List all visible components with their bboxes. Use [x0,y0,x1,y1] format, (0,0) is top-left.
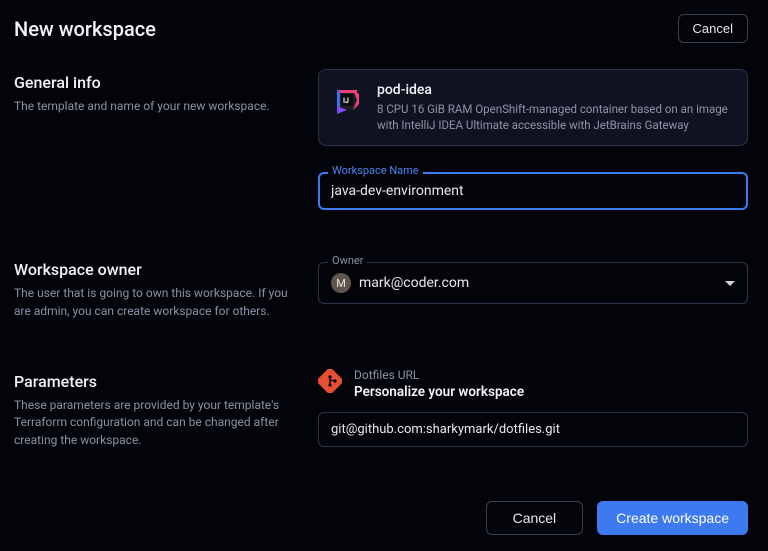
parameters-heading: Parameters [14,372,294,391]
owner-select[interactable]: M mark@coder.com [318,262,748,304]
owner-legend: Owner [328,254,367,267]
template-card[interactable]: IJ pod-idea 8 CPU 16 GiB RAM OpenShift-m… [318,69,748,146]
workspace-name-legend: Workspace Name [328,164,423,177]
template-description: 8 CPU 16 GiB RAM OpenShift-managed conta… [377,101,733,133]
cancel-button[interactable]: Cancel [486,501,584,535]
dotfiles-url-input[interactable] [318,412,748,447]
owner-description: The user that is going to own this works… [14,285,294,320]
page-title: New workspace [14,17,156,41]
svg-text:IJ: IJ [343,97,349,105]
avatar: M [331,273,351,293]
workspace-name-input[interactable] [318,172,748,210]
general-heading: General info [14,73,294,92]
parameters-description: These parameters are provided by your te… [14,397,294,449]
chevron-down-icon [725,281,735,286]
owner-value: mark@coder.com [359,275,717,291]
create-workspace-button[interactable]: Create workspace [597,501,748,535]
template-name: pod-idea [377,82,733,98]
git-icon [318,369,342,393]
cancel-button-top[interactable]: Cancel [678,14,748,43]
general-description: The template and name of your new worksp… [14,98,294,115]
owner-heading: Workspace owner [14,260,294,279]
dotfiles-title: Personalize your workspace [354,384,748,400]
intellij-icon: IJ [333,84,365,116]
dotfiles-label: Dotfiles URL [354,368,748,382]
